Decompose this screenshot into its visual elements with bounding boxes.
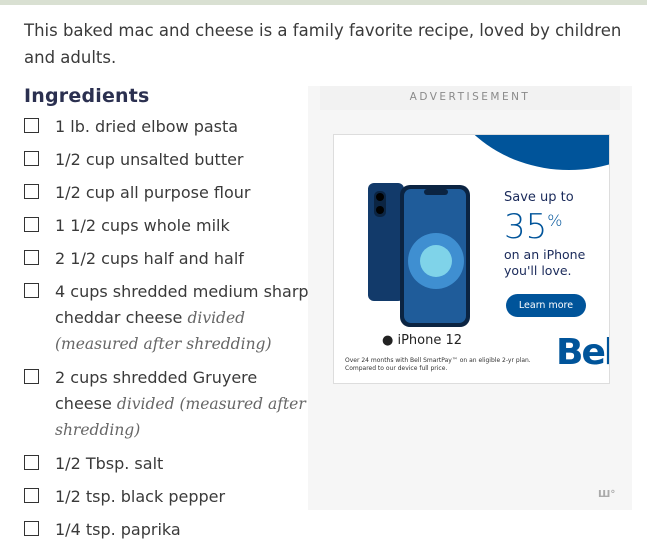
ad-blue-arc	[439, 135, 609, 170]
apple-logo-icon: ●	[382, 333, 394, 348]
percent-sign: %	[547, 211, 563, 230]
ingredient-checkbox[interactable]	[24, 488, 39, 503]
ingredient-text: 1 lb. dried elbow pasta	[55, 117, 239, 136]
ingredient-item: 1/2 cup unsalted butter	[24, 147, 314, 173]
ingredient-item: 4 cups shredded medium sharp cheddar che…	[24, 279, 314, 358]
ad-network-icon[interactable]: Ш°	[598, 489, 615, 500]
ingredient-text: 1/2 cup unsalted butter	[55, 150, 244, 169]
ingredient-checkbox[interactable]	[24, 217, 39, 232]
advertisement-container: ADVERTISEMENT ● iPhone 12 Save up to 35%…	[308, 86, 632, 510]
ingredient-checkbox[interactable]	[24, 455, 39, 470]
discount-percent: 35%	[504, 207, 562, 247]
learn-more-button[interactable]: Learn more	[506, 294, 586, 317]
bell-logo: Bell	[556, 332, 609, 373]
ingredients-list: 1 lb. dried elbow pasta 1/2 cup unsalted…	[24, 114, 314, 550]
ingredient-checkbox[interactable]	[24, 283, 39, 298]
save-text: Save up to	[504, 190, 574, 205]
recipe-intro: This baked mac and cheese is a family fa…	[24, 21, 622, 67]
ingredient-item: 1/4 tsp. paprika	[24, 517, 314, 543]
ingredient-checkbox[interactable]	[24, 151, 39, 166]
phone-name-text: iPhone 12	[397, 333, 463, 348]
percent-value: 35	[504, 207, 548, 247]
ingredient-checkbox[interactable]	[24, 521, 39, 536]
ingredient-item: 1 lb. dried elbow pasta	[24, 114, 314, 140]
ingredient-text: 2 1/2 cups half and half	[55, 249, 244, 268]
ingredient-text: 1/2 tsp. black pepper	[55, 487, 226, 506]
ingredient-item: 1/2 cup all purpose flour	[24, 180, 314, 206]
iphone-image	[368, 183, 470, 327]
phone-name: ● iPhone 12	[382, 333, 462, 348]
ingredient-text: 1 1/2 cups whole milk	[55, 216, 230, 235]
ingredient-checkbox[interactable]	[24, 369, 39, 384]
ingredient-item: 2 1/2 cups half and half	[24, 246, 314, 272]
ingredient-checkbox[interactable]	[24, 118, 39, 133]
ingredients-heading: Ingredients	[24, 85, 150, 107]
ad-label: ADVERTISEMENT	[320, 86, 620, 110]
ingredient-text: 1/2 Tbsp. salt	[55, 454, 164, 473]
ingredient-text: 1/2 cup all purpose flour	[55, 183, 251, 202]
ingredient-text: 1/4 tsp. paprika	[55, 520, 181, 539]
ingredient-item: 1/2 tsp. black pepper	[24, 484, 314, 510]
ingredient-item: 1 1/2 cups whole milk	[24, 213, 314, 239]
ingredient-checkbox[interactable]	[24, 250, 39, 265]
bell-ad-banner[interactable]: ● iPhone 12 Save up to 35% on an iPhone …	[333, 134, 610, 384]
fine-print: Over 24 months with Bell SmartPay™ on an…	[345, 357, 531, 372]
ingredient-checkbox[interactable]	[24, 184, 39, 199]
offer-text: on an iPhone you'll love.	[504, 247, 586, 278]
ingredient-item: 2 cups shredded Gruyere cheese divided (…	[24, 365, 314, 444]
top-border	[0, 0, 647, 5]
ingredient-item: 1/2 Tbsp. salt	[24, 451, 314, 477]
ingredient-text: 4 cups shredded medium sharp cheddar che…	[55, 282, 309, 327]
